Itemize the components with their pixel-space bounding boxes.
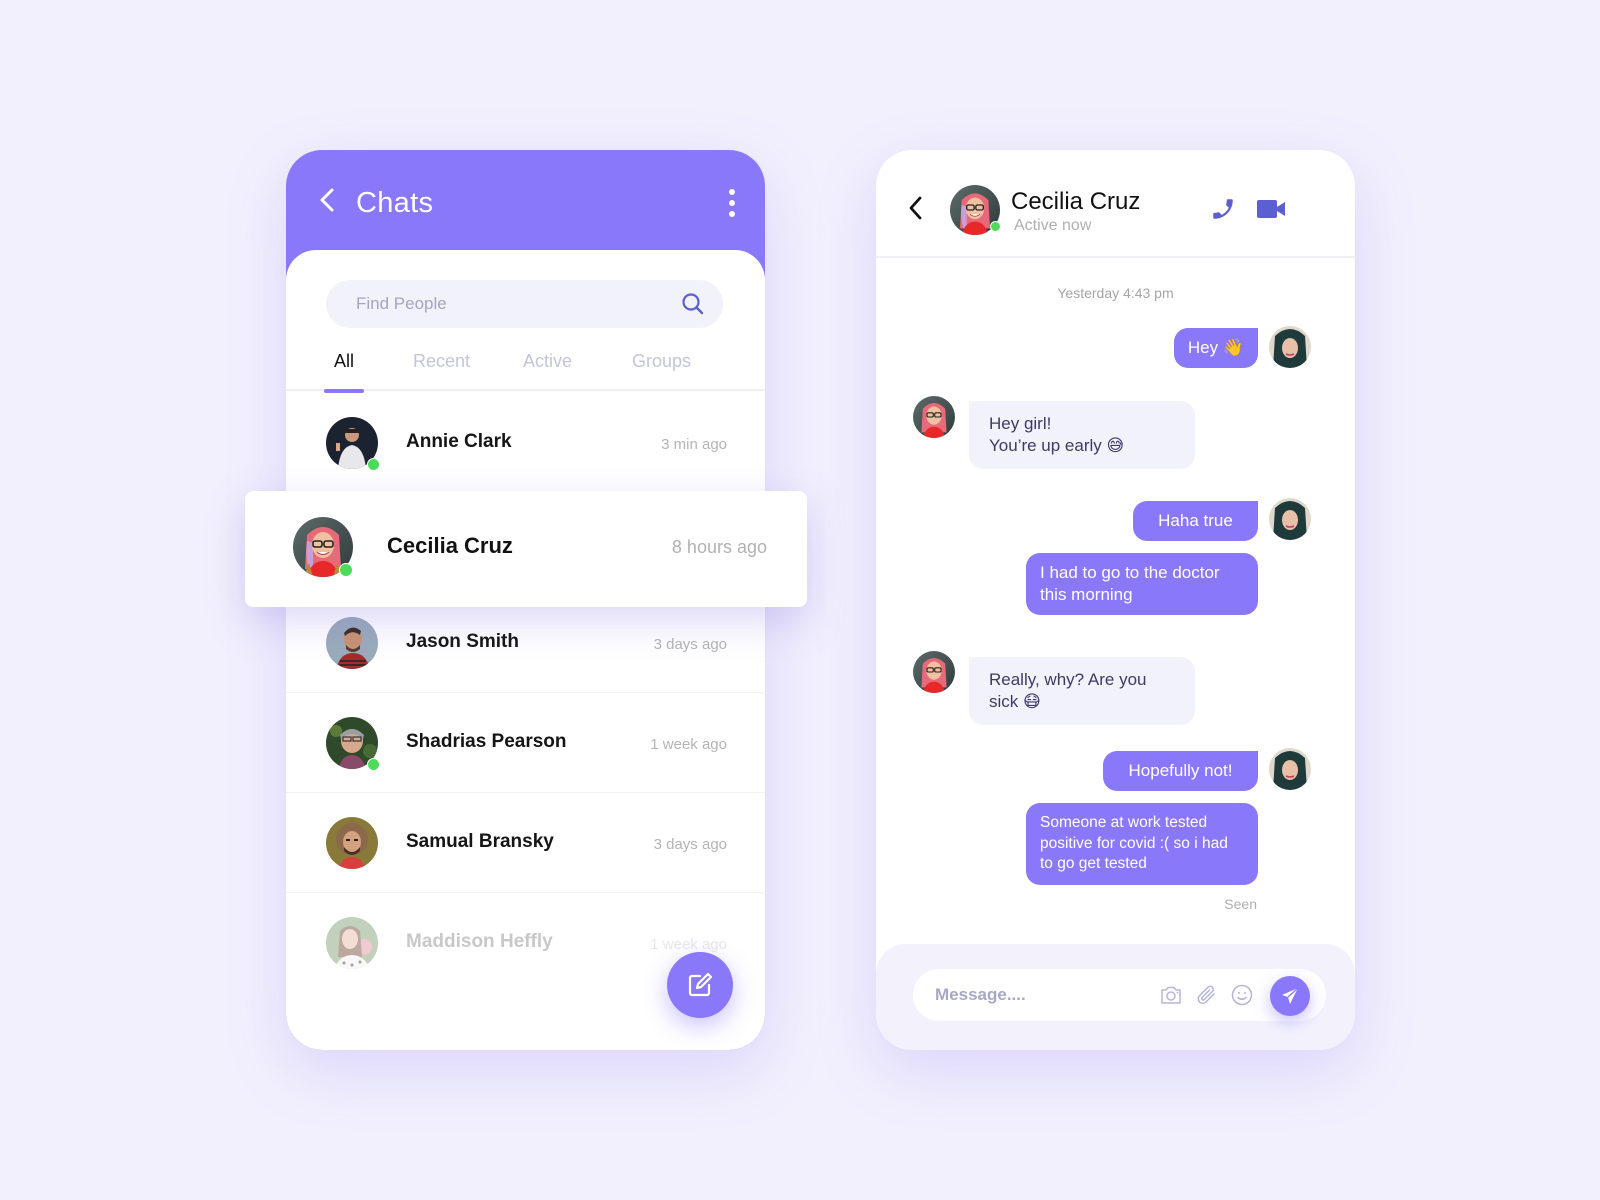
contact-time: 3 min ago xyxy=(661,436,727,453)
my-avatar xyxy=(1269,326,1311,368)
chats-header: Chats xyxy=(286,150,765,250)
contact-time: 3 days ago xyxy=(653,836,727,853)
chevron-left-icon[interactable] xyxy=(906,194,926,222)
contact-name: Cecilia Cruz xyxy=(387,533,513,558)
my-avatar xyxy=(1269,498,1311,540)
chats-body: All Recent Active Groups Annie Clark 3 m… xyxy=(286,250,765,1050)
conversation-panel: Cecilia Cruz Active now Yesterday 4:43 p… xyxy=(876,150,1355,1050)
date-stamp: Yesterday 4:43 pm xyxy=(1057,285,1174,301)
contact-avatar xyxy=(950,185,1001,235)
seen-indicator: Seen xyxy=(1224,896,1257,912)
contact-row-cecilia-cruz[interactable]: Cecilia Cruz 8 hours ago xyxy=(245,491,807,607)
contact-name: Jason Smith xyxy=(406,631,519,652)
phone-icon[interactable] xyxy=(1210,196,1236,222)
compose-icon xyxy=(688,972,713,997)
contact-name: Maddison Heffly xyxy=(406,931,553,952)
search-input[interactable] xyxy=(326,280,656,328)
contact-row-annie-clark[interactable]: Annie Clark 3 min ago xyxy=(286,393,765,493)
message-sent: Haha true xyxy=(1133,501,1258,541)
message-composer xyxy=(913,969,1326,1021)
emoji-icon[interactable] xyxy=(1230,983,1254,1007)
contact-avatar xyxy=(913,651,955,693)
contact-row-shadrias-pearson[interactable]: Shadrias Pearson 1 week ago xyxy=(286,693,765,793)
page-title: Chats xyxy=(356,187,434,219)
contact-status: Active now xyxy=(1014,217,1092,234)
avatar xyxy=(326,417,380,471)
contact-time: 1 week ago xyxy=(650,936,727,953)
message-received: Hey girl! You’re up early 😅 xyxy=(969,401,1195,469)
message-received: Really, why? Are you sick 😷 xyxy=(969,657,1195,725)
message-sent: Hey 👋 xyxy=(1173,328,1258,368)
online-indicator xyxy=(367,458,380,471)
send-button[interactable] xyxy=(1270,976,1310,1016)
online-indicator xyxy=(339,563,353,577)
message-line: You’re up early 😅 xyxy=(989,436,1125,455)
contact-row-jason-smith[interactable]: Jason Smith 3 days ago xyxy=(286,593,765,693)
chevron-left-icon[interactable] xyxy=(316,186,340,214)
paperclip-icon[interactable] xyxy=(1195,983,1219,1007)
tab-recent[interactable]: Recent xyxy=(413,345,470,391)
search-bar xyxy=(326,280,723,328)
message-sent: I had to go to the doctor this morning xyxy=(1026,553,1258,615)
contact-avatar xyxy=(913,396,955,438)
contact-name: Shadrias Pearson xyxy=(406,731,567,752)
contact-name: Annie Clark xyxy=(406,431,512,452)
message-line: Hey girl! xyxy=(989,414,1052,433)
avatar xyxy=(326,917,378,969)
filter-tabs: All Recent Active Groups xyxy=(286,345,765,393)
send-icon xyxy=(1282,987,1299,1004)
video-camera-icon[interactable] xyxy=(1256,198,1286,220)
contact-name: Samual Bransky xyxy=(406,831,554,852)
new-chat-button[interactable] xyxy=(667,952,733,1018)
more-vertical-icon[interactable] xyxy=(727,189,737,217)
message-sent: Someone at work tested positive for covi… xyxy=(1026,803,1258,885)
message-input[interactable] xyxy=(913,969,1143,1021)
more-vertical-icon[interactable] xyxy=(1312,195,1322,223)
avatar xyxy=(326,617,378,669)
online-indicator xyxy=(367,758,380,771)
contact-name: Cecilia Cruz xyxy=(1011,188,1141,215)
composer-area xyxy=(876,944,1355,1050)
avatar xyxy=(293,517,353,577)
contact-list: Annie Clark 3 min ago Jason Smith 3 days… xyxy=(286,393,765,993)
avatar xyxy=(326,717,380,771)
message-sent: Hopefully not! xyxy=(1103,751,1258,791)
conversation-header: Cecilia Cruz Active now xyxy=(876,150,1355,258)
search-icon[interactable] xyxy=(681,292,705,316)
contact-time: 3 days ago xyxy=(653,636,727,653)
tab-all[interactable]: All xyxy=(323,345,365,393)
contact-row-samual-bransky[interactable]: Samual Bransky 3 days ago xyxy=(286,793,765,893)
contact-time: 8 hours ago xyxy=(671,537,767,557)
tab-groups[interactable]: Groups xyxy=(632,345,691,391)
contact-time: 1 week ago xyxy=(650,736,727,753)
online-indicator xyxy=(990,221,1001,232)
camera-icon[interactable] xyxy=(1159,983,1183,1007)
avatar xyxy=(326,817,378,869)
my-avatar xyxy=(1269,748,1311,790)
tab-active[interactable]: Active xyxy=(523,345,572,391)
